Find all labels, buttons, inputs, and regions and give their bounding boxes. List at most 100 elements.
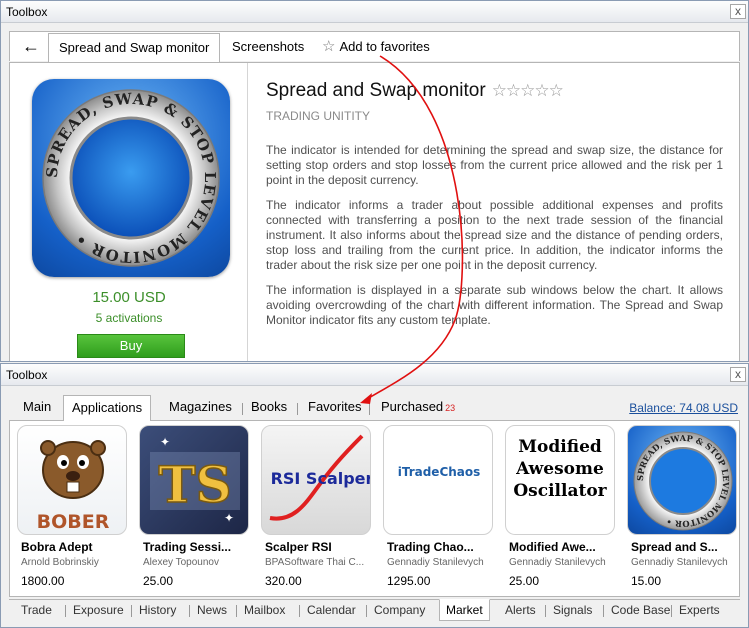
tab-books[interactable]: Books [243,395,295,421]
app-price: 15.00 [631,574,662,588]
tab-purchased[interactable]: Purchased 23 [373,395,463,421]
app-author: Alexey Topounov [143,557,219,568]
modified-awesome-oscillator-icon: Modified Awesome Oscillator [505,425,615,535]
app-name: Trading Sessi... [143,540,232,554]
app-author: Gennadiy Stanilevych [509,557,606,568]
tab-separator [297,403,298,415]
vendor-name[interactable]: TRADING UNITITY [266,109,370,123]
app-image-text: iTradeChaos [398,465,481,479]
app-name: Bobra Adept [21,540,93,554]
spread-swap-logo-icon: SPREAD, SWAP & STOP LEVEL MONITOR • [627,425,737,535]
app-author: Gennadiy Stanilevych [631,557,728,568]
app-name: Scalper RSI [265,540,332,554]
tab-company[interactable]: Company [368,600,431,621]
app-price: 25.00 [509,574,540,588]
window-title: Toolbox [6,5,48,19]
market-tab-bar: Main Applications Magazines Books Favori… [9,395,740,422]
tab-label: Screenshots [232,39,305,54]
trading-sessions-icon: TS ✦ ✦ [139,425,249,535]
product-details: SPREAD, SWAP & STOP LEVEL MONITOR • 15.0… [9,62,740,361]
svg-text:✦: ✦ [224,511,234,525]
product-description: The indicator is intended for determinin… [266,143,723,338]
product-info: Spread and Swap monitor ☆☆☆☆☆ TRADING UNI… [266,63,729,361]
tab-calendar[interactable]: Calendar [301,600,362,621]
app-author: BPASoftware Thai C... [265,557,365,568]
app-card[interactable]: SPREAD, SWAP & STOP LEVEL MONITOR • Spre… [626,425,738,593]
product-price: 15.00 USD [92,289,166,306]
star-outline-icon: ☆ [322,38,336,55]
app-card[interactable]: RSI Scalper Scalper RSI BPASoftware Thai… [260,425,372,593]
app-price: 1800.00 [21,574,65,588]
tab-separator [131,605,132,617]
tab-label: Spread and Swap monitor [59,40,210,55]
app-price: 1295.00 [387,574,431,588]
description-paragraph: The indicator informs a trader about pos… [266,198,723,272]
tab-separator [366,605,367,617]
itradechaos-logo-icon: iTradeChaos [383,425,493,535]
tab-separator [603,605,604,617]
rating-stars-icon[interactable]: ☆☆☆☆☆ [492,81,564,100]
tab-history[interactable]: History [133,600,182,621]
tab-label: Add to favorites [339,39,430,54]
tab-separator [369,403,370,415]
tab-separator [236,605,237,617]
product-tab-bar: ← Spread and Swap monitor Screenshots ☆ A… [9,31,740,64]
tab-product-overview[interactable]: Spread and Swap monitor [48,33,221,64]
app-card[interactable]: BOBER Bobra Adept Arnold Bobrinskiy 1800… [16,425,128,593]
tab-separator [299,605,300,617]
app-name: Trading Chao... [387,540,474,554]
tab-signals[interactable]: Signals [547,600,598,621]
app-image-text: Modified Awesome Oscillator [513,437,607,501]
tab-label: Purchased [381,399,444,414]
tab-code-base[interactable]: Code Base [605,600,676,621]
close-button[interactable]: x [730,4,746,19]
tab-main[interactable]: Main [15,395,59,421]
description-paragraph: The indicator is intended for determinin… [266,143,723,187]
tab-alerts[interactable]: Alerts [499,600,542,621]
tab-separator [671,605,672,617]
app-author: Arnold Bobrinskiy [21,557,99,568]
description-paragraph: The information is displayed in a separa… [266,283,723,327]
tab-applications[interactable]: Applications [63,395,152,422]
tab-market[interactable]: Market [439,599,490,621]
buy-button[interactable]: Buy [77,334,185,358]
balance-link[interactable]: Balance: 74.08 USD [629,401,738,415]
tab-trade[interactable]: Trade [15,600,58,621]
tab-separator [65,605,66,617]
app-price: 25.00 [143,574,174,588]
tab-screenshots[interactable]: Screenshots [222,33,314,63]
app-image-text: TS [158,455,231,514]
product-title: Spread and Swap monitor [266,80,486,101]
purchased-count-badge: 23 [445,403,456,413]
tab-experts[interactable]: Experts [673,600,726,621]
app-price: 320.00 [265,574,302,588]
app-card[interactable]: TS ✦ ✦ Trading Sessi... Alexey Topounov … [138,425,250,593]
toolbox-window: Toolbox x Main Applications Magazines Bo… [0,363,749,628]
product-window: Toolbox x ← Spread and Swap monitor Scre… [0,0,749,362]
toolbox-bottom-tabs: Trade Exposure History News Mailbox Cale… [9,599,740,621]
tab-news[interactable]: News [191,600,233,621]
tab-separator [189,605,190,617]
tab-favorites[interactable]: Favorites [300,395,369,421]
tab-mailbox[interactable]: Mailbox [238,600,291,621]
tab-exposure[interactable]: Exposure [67,600,130,621]
svg-text:✦: ✦ [160,435,170,449]
toolbox-window-titlebar[interactable]: Toolbox x [1,364,748,386]
app-card[interactable]: Modified Awesome Oscillator Modified Awe… [504,425,616,593]
app-card[interactable]: iTradeChaos Trading Chao... Gennadiy Sta… [382,425,494,593]
back-arrow-icon[interactable]: ← [22,37,40,55]
add-to-favorites-button[interactable]: ☆ Add to favorites [312,33,440,63]
app-image-text: BOBER [37,511,110,533]
product-logo-icon: SPREAD, SWAP & STOP LEVEL MONITOR • [32,79,230,277]
activations-count: 5 activations [95,311,163,325]
tab-separator [545,605,546,617]
product-window-titlebar[interactable]: Toolbox x [1,1,748,23]
app-image-text: RSI Scalper [271,469,371,488]
close-button[interactable]: x [730,367,746,382]
product-summary: SPREAD, SWAP & STOP LEVEL MONITOR • 15.0… [10,63,248,361]
bober-beaver-icon: BOBER [17,425,127,535]
tab-magazines[interactable]: Magazines [161,395,240,421]
applications-list: BOBER Bobra Adept Arnold Bobrinskiy 1800… [9,421,740,597]
product-title-row: Spread and Swap monitor ☆☆☆☆☆ [266,80,564,102]
app-name: Modified Awe... [509,540,596,554]
